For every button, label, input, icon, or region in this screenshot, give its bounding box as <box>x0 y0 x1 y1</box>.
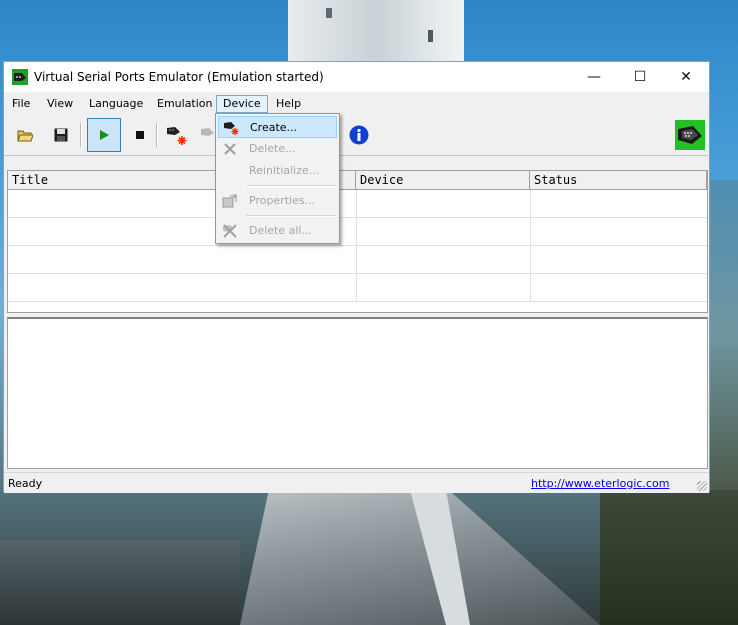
properties-icon <box>222 193 238 209</box>
toolbar-separator <box>156 123 158 147</box>
stop-emulation-icon <box>136 131 144 139</box>
cell-divider <box>530 218 531 246</box>
menu-separator <box>246 215 336 217</box>
cell-divider <box>356 246 357 274</box>
minimize-icon: — <box>587 69 601 85</box>
menu-item-properties[interactable]: Properties... <box>218 190 337 212</box>
save-button[interactable] <box>48 121 74 149</box>
device-list[interactable]: Title Device Status <box>7 170 708 313</box>
menu-file[interactable]: File <box>6 95 36 113</box>
desktop-wallpaper-lighthouse <box>288 0 464 62</box>
cell-divider <box>356 274 357 302</box>
device-list-header: Title Device Status <box>8 171 707 190</box>
minimize-button[interactable]: — <box>571 62 617 92</box>
device-menu-dropdown: Create... Delete... Reinitialize... Prop… <box>215 113 340 244</box>
menu-item-label: Delete... <box>249 142 296 155</box>
cell-divider <box>356 190 357 218</box>
resize-grip[interactable] <box>697 481 707 491</box>
table-row <box>8 246 707 274</box>
cell-divider <box>356 218 357 246</box>
menu-item-delete-all[interactable]: Delete all... <box>218 220 337 242</box>
toolbar <box>4 115 709 156</box>
cell-divider <box>530 190 531 218</box>
create-device-button[interactable] <box>164 121 190 149</box>
open-button[interactable] <box>12 121 38 149</box>
menu-item-label: Properties... <box>249 194 316 207</box>
toolbar-separator <box>80 123 82 147</box>
desktop-wallpaper <box>710 180 738 490</box>
app-icon <box>12 69 28 85</box>
website-link[interactable]: http://www.eterlogic.com <box>531 477 669 490</box>
about-button[interactable] <box>346 121 372 149</box>
table-row <box>8 274 707 302</box>
cell-divider <box>530 246 531 274</box>
menu-item-create[interactable]: Create... <box>218 116 337 138</box>
wallpaper-detail <box>326 8 332 18</box>
menu-device[interactable]: Device <box>216 95 268 113</box>
desktop-wallpaper <box>600 490 738 625</box>
open-folder-icon <box>17 130 33 142</box>
delete-icon <box>222 141 238 157</box>
serial-port-logo-icon <box>675 120 705 150</box>
create-device-icon <box>223 120 239 136</box>
column-header-status[interactable]: Status <box>530 171 707 189</box>
column-header-device[interactable]: Device <box>356 171 530 189</box>
menu-emulation[interactable]: Emulation <box>151 95 219 113</box>
create-device-icon <box>167 127 187 145</box>
menu-item-label: Reinitialize... <box>249 164 320 177</box>
status-bar: Ready http://www.eterlogic.com <box>4 472 709 493</box>
save-icon <box>54 128 68 142</box>
maximize-button[interactable]: ☐ <box>617 62 663 92</box>
menu-item-label: Create... <box>250 121 298 134</box>
menu-item-reinitialize[interactable]: Reinitialize... <box>218 160 337 182</box>
info-icon <box>349 125 369 145</box>
cell-divider <box>530 274 531 302</box>
delete-all-icon <box>222 223 238 239</box>
menu-language[interactable]: Language <box>83 95 149 113</box>
menu-separator <box>246 185 336 187</box>
status-text: Ready <box>8 477 43 490</box>
stop-emulation-button[interactable] <box>127 121 153 149</box>
close-button[interactable]: ✕ <box>663 62 709 92</box>
menu-view[interactable]: View <box>41 95 79 113</box>
window-title: Virtual Serial Ports Emulator (Emulation… <box>34 70 324 84</box>
start-emulation-icon <box>100 130 109 140</box>
desktop-wallpaper <box>0 540 240 625</box>
log-pane[interactable] <box>7 317 708 469</box>
table-row <box>8 218 707 246</box>
menu-item-delete[interactable]: Delete... <box>218 138 337 160</box>
serial-port-logo <box>675 119 705 151</box>
start-emulation-button[interactable] <box>87 118 121 152</box>
title-bar[interactable]: Virtual Serial Ports Emulator (Emulation… <box>4 62 709 92</box>
menu-bar: File View Language Emulation Device Help <box>4 93 709 113</box>
maximize-icon: ☐ <box>633 69 647 85</box>
menu-item-label: Delete all... <box>249 224 312 237</box>
wallpaper-detail <box>428 30 433 42</box>
table-row <box>8 190 707 218</box>
menu-help[interactable]: Help <box>270 95 307 113</box>
close-icon: ✕ <box>680 69 692 85</box>
app-window: Virtual Serial Ports Emulator (Emulation… <box>3 61 710 493</box>
